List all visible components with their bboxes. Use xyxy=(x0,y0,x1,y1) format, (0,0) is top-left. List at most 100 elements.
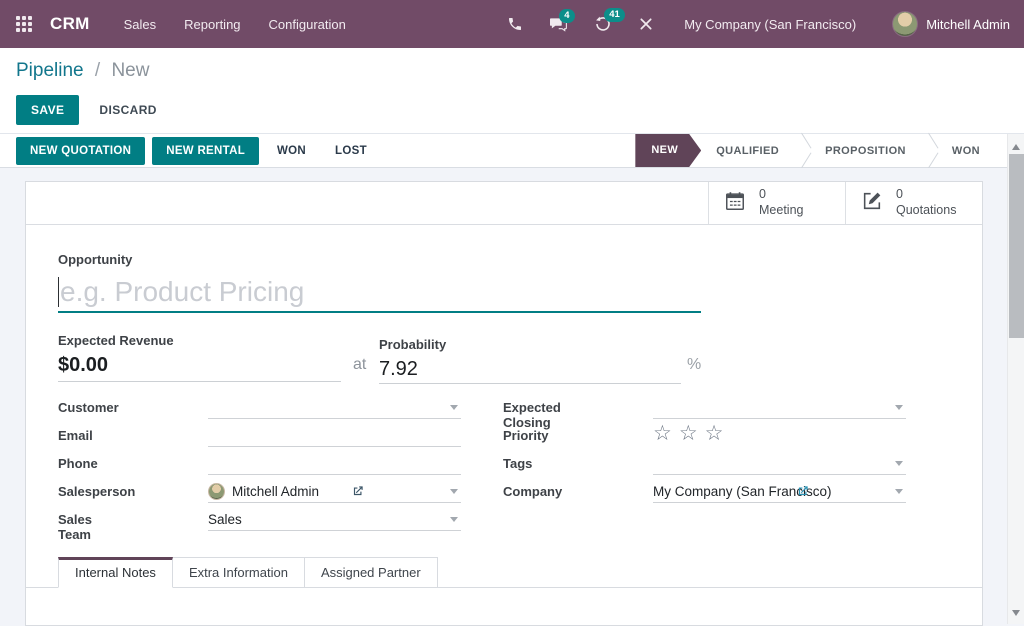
stat-buttons: 0 Meeting 0 Quotations xyxy=(708,182,982,224)
dropdown-caret-icon[interactable] xyxy=(895,489,903,494)
messages-badge: 4 xyxy=(559,9,574,23)
customer-input[interactable] xyxy=(208,397,461,419)
company-switcher[interactable]: My Company (San Francisco) xyxy=(684,17,856,32)
dropdown-caret-icon[interactable] xyxy=(450,489,458,494)
control-panel-buttons: SAVE DISCARD xyxy=(16,95,1008,125)
stage-chevron-icon xyxy=(794,134,810,167)
sales-team-input[interactable]: Sales xyxy=(208,509,461,531)
percent-sign: % xyxy=(687,356,701,374)
quotations-label: Quotations xyxy=(896,203,956,219)
tab-internal-notes[interactable]: Internal Notes xyxy=(58,557,173,588)
stage-new[interactable]: NEW xyxy=(635,134,701,167)
crm-app-window: CRM Sales Reporting Configuration 4 xyxy=(0,0,1024,624)
tags-label: Tags xyxy=(503,456,532,471)
opportunity-input[interactable]: e.g. Product Pricing xyxy=(58,272,701,313)
new-rental-button[interactable]: NEW RENTAL xyxy=(152,137,259,165)
menu-reporting[interactable]: Reporting xyxy=(184,17,240,32)
vertical-scrollbar[interactable] xyxy=(1007,134,1024,624)
probability-input[interactable]: 7.92 xyxy=(379,358,681,384)
expected-revenue-input[interactable]: $0.00 xyxy=(58,354,341,382)
stage-won[interactable]: WON xyxy=(937,145,995,157)
probability-label: Probability xyxy=(379,337,446,352)
stage-pipeline: NEW QUALIFIED PROPOSITION WON xyxy=(635,134,995,167)
app-name[interactable]: CRM xyxy=(50,14,90,34)
salesperson-input[interactable]: Mitchell Admin xyxy=(208,481,461,503)
meeting-label: Meeting xyxy=(759,203,803,219)
activities-menu-button[interactable]: 41 xyxy=(594,15,612,33)
priority-label: Priority xyxy=(503,428,549,443)
tab-extra-information[interactable]: Extra Information xyxy=(173,557,305,588)
tags-input[interactable] xyxy=(653,453,906,475)
discard-button[interactable]: DISCARD xyxy=(87,96,168,124)
stat-text: 0 Quotations xyxy=(896,187,956,218)
scroll-down-arrow-icon[interactable] xyxy=(1012,610,1020,616)
quotations-stat-button[interactable]: 0 Quotations xyxy=(845,182,982,224)
breadcrumb-current: New xyxy=(111,60,149,81)
new-quotation-button[interactable]: NEW QUOTATION xyxy=(16,137,145,165)
navbar-right: 4 41 My Company (San Francisco) Mitchell… xyxy=(481,11,1010,37)
stage-qualified[interactable]: QUALIFIED xyxy=(701,145,794,157)
voip-phone-button[interactable] xyxy=(507,16,523,32)
stage-proposition[interactable]: PROPOSITION xyxy=(810,145,921,157)
button-box: 0 Meeting 0 Quotations xyxy=(26,182,982,225)
breadcrumb-separator: / xyxy=(95,60,100,81)
form-statusbar: NEW QUOTATION NEW RENTAL WON LOST NEW QU… xyxy=(0,134,1024,168)
star-icon[interactable]: ☆ xyxy=(679,423,698,444)
external-link-icon[interactable] xyxy=(351,484,365,503)
quotations-count: 0 xyxy=(896,187,956,203)
scrollbar-thumb[interactable] xyxy=(1009,154,1024,338)
phone-icon xyxy=(507,16,523,32)
expected-closing-label: Expected Closing xyxy=(503,400,561,430)
menu-sales[interactable]: Sales xyxy=(124,17,157,32)
save-button[interactable]: SAVE xyxy=(16,95,79,125)
wrench-icon xyxy=(638,16,654,32)
dropdown-caret-icon[interactable] xyxy=(450,517,458,522)
apps-grid-icon[interactable] xyxy=(16,16,32,32)
star-icon[interactable]: ☆ xyxy=(653,423,672,444)
meeting-stat-button[interactable]: 0 Meeting xyxy=(708,182,845,224)
won-button[interactable]: WON xyxy=(266,138,317,164)
calendar-icon xyxy=(724,190,746,217)
top-navbar: CRM Sales Reporting Configuration 4 xyxy=(0,0,1024,48)
email-label: Email xyxy=(58,428,93,443)
salesperson-avatar xyxy=(208,483,225,500)
notebook-tabs: Internal Notes Extra Information Assigne… xyxy=(26,557,982,588)
user-name: Mitchell Admin xyxy=(926,17,1010,32)
salesperson-value: Mitchell Admin xyxy=(232,484,450,499)
meeting-count: 0 xyxy=(759,187,803,203)
phone-label: Phone xyxy=(58,456,98,471)
dropdown-caret-icon[interactable] xyxy=(895,461,903,466)
debug-tools-button[interactable] xyxy=(638,16,654,32)
company-input[interactable]: My Company (San Francisco) xyxy=(653,481,906,503)
star-icon[interactable]: ☆ xyxy=(705,423,724,444)
email-input[interactable] xyxy=(208,425,461,447)
breadcrumb: Pipeline / New xyxy=(16,60,1008,82)
external-link-icon[interactable] xyxy=(796,484,810,503)
breadcrumb-pipeline-link[interactable]: Pipeline xyxy=(16,60,84,81)
messages-menu-button[interactable]: 4 xyxy=(549,16,568,33)
scroll-up-arrow-icon[interactable] xyxy=(1012,144,1020,150)
tab-assigned-partner[interactable]: Assigned Partner xyxy=(305,557,438,588)
opportunity-placeholder: e.g. Product Pricing xyxy=(60,276,304,308)
lost-button[interactable]: LOST xyxy=(324,138,378,164)
phone-input[interactable] xyxy=(208,453,461,475)
activities-badge: 41 xyxy=(604,8,625,22)
company-value: My Company (San Francisco) xyxy=(653,484,895,499)
expected-revenue-label: Expected Revenue xyxy=(58,333,174,348)
user-menu[interactable]: Mitchell Admin xyxy=(892,11,1010,37)
at-separator: at xyxy=(353,356,366,374)
sales-team-value: Sales xyxy=(208,512,450,527)
control-panel: Pipeline / New SAVE DISCARD xyxy=(0,48,1024,134)
customer-label: Customer xyxy=(58,400,119,415)
user-avatar xyxy=(892,11,918,37)
company-label: Company xyxy=(503,484,562,499)
stat-text: 0 Meeting xyxy=(759,187,803,218)
menu-configuration[interactable]: Configuration xyxy=(269,17,346,32)
dropdown-caret-icon[interactable] xyxy=(895,405,903,410)
expected-closing-input[interactable] xyxy=(653,397,906,419)
stage-chevron-icon xyxy=(921,134,937,167)
form-sheet: 0 Meeting 0 Quotations xyxy=(25,181,983,626)
navbar-left: CRM Sales Reporting Configuration xyxy=(16,14,374,34)
probability-group: Probability 7.92 xyxy=(379,336,681,384)
dropdown-caret-icon[interactable] xyxy=(450,405,458,410)
